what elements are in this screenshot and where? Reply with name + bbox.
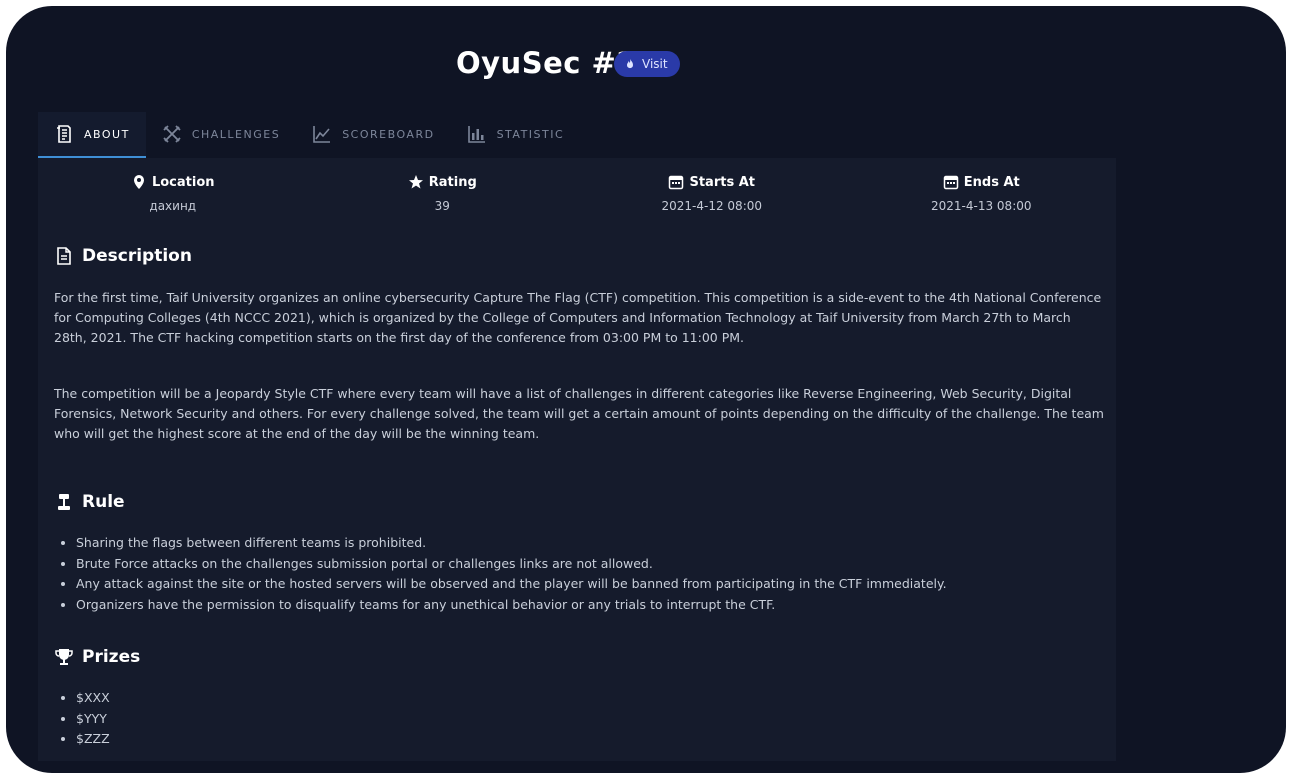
stat-location-head: Location — [131, 174, 215, 190]
document-icon — [57, 125, 71, 143]
title-row: OyuSec #2 Visit — [6, 46, 1286, 90]
flame-icon — [627, 58, 633, 69]
description-heading-label: Description — [82, 246, 192, 266]
page-title: OyuSec #2 — [456, 46, 638, 80]
rule-item: Brute Force attacks on the challenges su… — [76, 554, 947, 575]
tab-challenges[interactable]: CHALLENGES — [146, 112, 296, 158]
about-panel: Location дахинд Rating 39 Starts At 2021… — [38, 158, 1116, 761]
stat-ends-value: 2021-4-13 08:00 — [931, 199, 1032, 213]
visit-badge-button[interactable]: Visit — [614, 51, 680, 77]
stat-location: Location дахинд — [38, 174, 308, 224]
rule-item: Sharing the flags between different team… — [76, 533, 947, 554]
trophy-icon — [55, 649, 73, 665]
event-stats: Location дахинд Rating 39 Starts At 2021… — [38, 174, 1116, 224]
prize-item: $ZZZ — [76, 729, 110, 750]
prizes-heading: Prizes — [54, 647, 140, 667]
rule-heading-label: Rule — [82, 492, 125, 512]
calendar-icon — [943, 175, 958, 190]
stat-rating: Rating 39 — [308, 174, 578, 224]
description-paragraph-2: The competition will be a Jeopardy Style… — [54, 386, 1104, 441]
description-heading: Description — [54, 246, 192, 266]
stat-starts: Starts At 2021-4-12 08:00 — [577, 174, 847, 224]
stat-location-label: Location — [151, 174, 215, 190]
prizes-heading-label: Prizes — [82, 647, 141, 667]
star-icon — [408, 175, 423, 189]
gavel-icon — [58, 494, 70, 510]
prizes-list: $XXX $YYY $ZZZ — [54, 688, 110, 750]
rule-list: Sharing the flags between different team… — [54, 533, 947, 615]
tab-challenges-label: CHALLENGES — [191, 127, 281, 141]
description-paragraph-1: For the first time, Taif University orga… — [54, 290, 1102, 345]
stat-rating-head: Rating — [408, 174, 477, 190]
rule-item: Any attack against the site or the hoste… — [76, 574, 947, 595]
stat-ends-label: Ends At — [963, 174, 1020, 190]
prize-item: $YYY — [76, 709, 110, 730]
prize-item: $XXX — [76, 688, 110, 709]
tab-scoreboard-label: SCOREBOARD — [342, 127, 435, 141]
tab-statistic-label: STATISTIC — [496, 127, 565, 141]
badge-label: Visit — [642, 57, 668, 71]
stat-starts-value: 2021-4-12 08:00 — [661, 199, 763, 213]
stat-starts-head: Starts At — [668, 174, 755, 190]
tab-bar: ABOUT CHALLENGES SCOREBOARD STATISTIC — [38, 112, 581, 159]
crossed-swords-icon — [163, 125, 181, 143]
rule-heading: Rule — [54, 492, 125, 512]
calendar-icon — [669, 175, 684, 190]
stat-rating-value: 39 — [434, 199, 450, 213]
tab-statistic[interactable]: STATISTIC — [451, 112, 581, 158]
tab-about[interactable]: ABOUT — [38, 112, 146, 159]
stat-rating-label: Rating — [428, 174, 477, 190]
rule-item: Organizers have the permission to disqua… — [76, 595, 947, 616]
map-pin-icon — [133, 175, 144, 189]
tab-about-label: ABOUT — [84, 127, 130, 141]
file-text-icon — [57, 247, 71, 265]
stat-ends: Ends At 2021-4-13 08:00 — [847, 174, 1117, 224]
line-chart-icon — [313, 126, 331, 143]
stat-starts-label: Starts At — [689, 174, 755, 190]
stat-location-value: дахинд — [149, 199, 197, 213]
stat-ends-head: Ends At — [943, 174, 1020, 190]
app-window: OyuSec #2 Visit ABOUT CHALLENGES SCOREBO… — [6, 6, 1286, 773]
bar-chart-icon — [467, 126, 485, 143]
tab-scoreboard[interactable]: SCOREBOARD — [296, 112, 450, 158]
